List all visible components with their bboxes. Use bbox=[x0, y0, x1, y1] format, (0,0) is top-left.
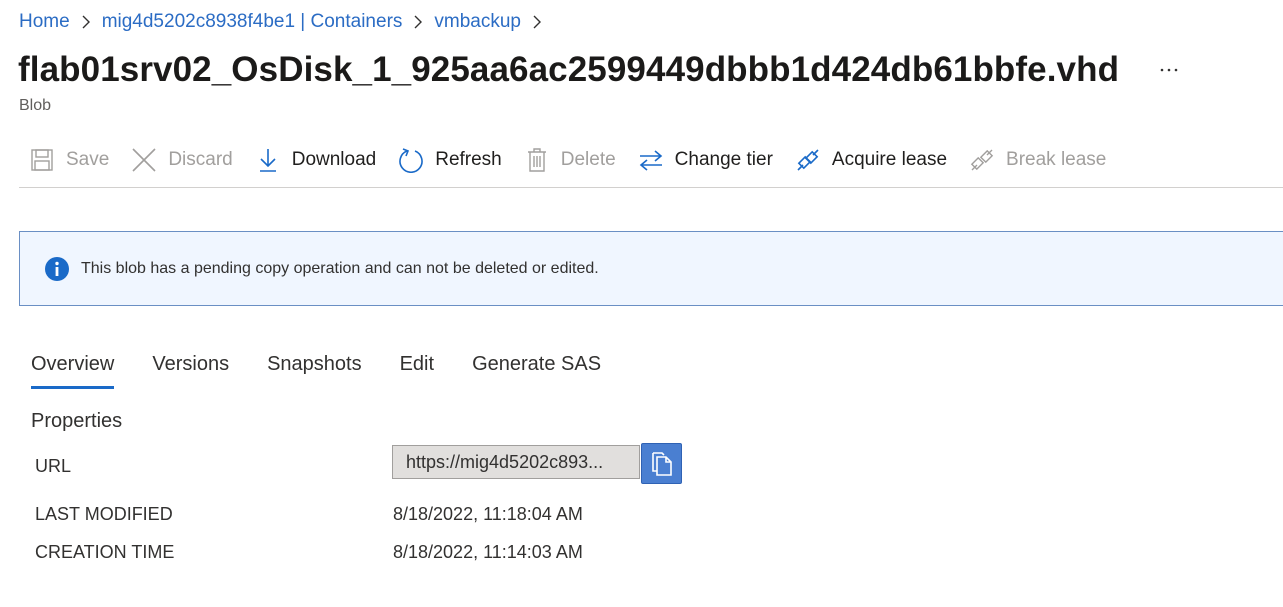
info-banner: This blob has a pending copy operation a… bbox=[19, 231, 1283, 306]
tab-generate-sas[interactable]: Generate SAS bbox=[472, 350, 601, 390]
close-icon bbox=[131, 147, 157, 173]
refresh-button[interactable]: Refresh bbox=[398, 141, 502, 179]
tab-edit[interactable]: Edit bbox=[400, 350, 434, 390]
change-tier-label: Change tier bbox=[674, 149, 773, 170]
creation-time-value: 8/18/2022, 11:14:03 AM bbox=[393, 542, 583, 562]
delete-button[interactable]: Delete bbox=[524, 141, 616, 179]
page-title: flab01srv02_OsDisk_1_925aa6ac2599449dbbb… bbox=[18, 50, 1120, 89]
breadcrumb-containers[interactable]: mig4d5202c8938f4be1 | Containers bbox=[102, 9, 403, 35]
save-icon bbox=[29, 147, 55, 173]
discard-label: Discard bbox=[168, 149, 233, 170]
tab-snapshots[interactable]: Snapshots bbox=[267, 350, 362, 390]
tab-bar: Overview Versions Snapshots Edit Generat… bbox=[31, 350, 639, 390]
more-options-button[interactable] bbox=[1157, 58, 1181, 82]
link-plug-icon bbox=[795, 147, 821, 173]
breadcrumb: Home mig4d5202c8938f4be1 | Containers vm… bbox=[19, 9, 553, 35]
change-tier-button[interactable]: Change tier bbox=[638, 141, 773, 179]
download-label: Download bbox=[291, 149, 377, 170]
command-bar: Save Discard Download Refresh Delete Cha… bbox=[29, 141, 1128, 179]
properties-heading: Properties bbox=[31, 410, 123, 432]
break-lease-label: Break lease bbox=[1006, 149, 1107, 170]
save-button[interactable]: Save bbox=[29, 141, 109, 179]
break-lease-button[interactable]: Break lease bbox=[969, 141, 1106, 179]
chevron-right-icon bbox=[70, 15, 102, 29]
banner-message: This blob has a pending copy operation a… bbox=[81, 259, 599, 277]
save-label: Save bbox=[66, 149, 110, 170]
toolbar-divider bbox=[19, 187, 1283, 188]
refresh-icon bbox=[398, 147, 424, 173]
download-button[interactable]: Download bbox=[255, 141, 377, 179]
acquire-lease-label: Acquire lease bbox=[831, 149, 948, 170]
refresh-label: Refresh bbox=[435, 149, 502, 170]
info-icon bbox=[45, 256, 69, 281]
discard-button[interactable]: Discard bbox=[131, 141, 233, 179]
creation-time-label: CREATION TIME bbox=[35, 542, 175, 562]
swap-arrows-icon bbox=[638, 147, 664, 173]
breadcrumb-vmbackup[interactable]: vmbackup bbox=[434, 9, 521, 35]
tab-versions[interactable]: Versions bbox=[152, 350, 229, 390]
trash-icon bbox=[524, 147, 550, 173]
unlink-plug-icon bbox=[969, 147, 995, 173]
title-row: flab01srv02_OsDisk_1_925aa6ac2599449dbbb… bbox=[18, 50, 1181, 90]
url-label: URL bbox=[35, 456, 72, 476]
acquire-lease-button[interactable]: Acquire lease bbox=[795, 141, 947, 179]
last-modified-label: LAST MODIFIED bbox=[35, 504, 173, 524]
url-field[interactable]: https://mig4d5202c893... bbox=[392, 445, 640, 479]
delete-label: Delete bbox=[560, 149, 616, 170]
chevron-right-icon bbox=[402, 15, 434, 29]
tab-overview[interactable]: Overview bbox=[31, 350, 115, 390]
chevron-right-icon bbox=[521, 15, 553, 29]
ellipsis-icon bbox=[1160, 68, 1178, 72]
copy-icon bbox=[651, 451, 672, 476]
copy-url-button[interactable] bbox=[641, 443, 682, 484]
last-modified-value: 8/18/2022, 11:18:04 AM bbox=[393, 504, 583, 524]
download-icon bbox=[255, 147, 281, 173]
breadcrumb-home[interactable]: Home bbox=[19, 9, 70, 35]
page-subtitle: Blob bbox=[19, 97, 52, 114]
